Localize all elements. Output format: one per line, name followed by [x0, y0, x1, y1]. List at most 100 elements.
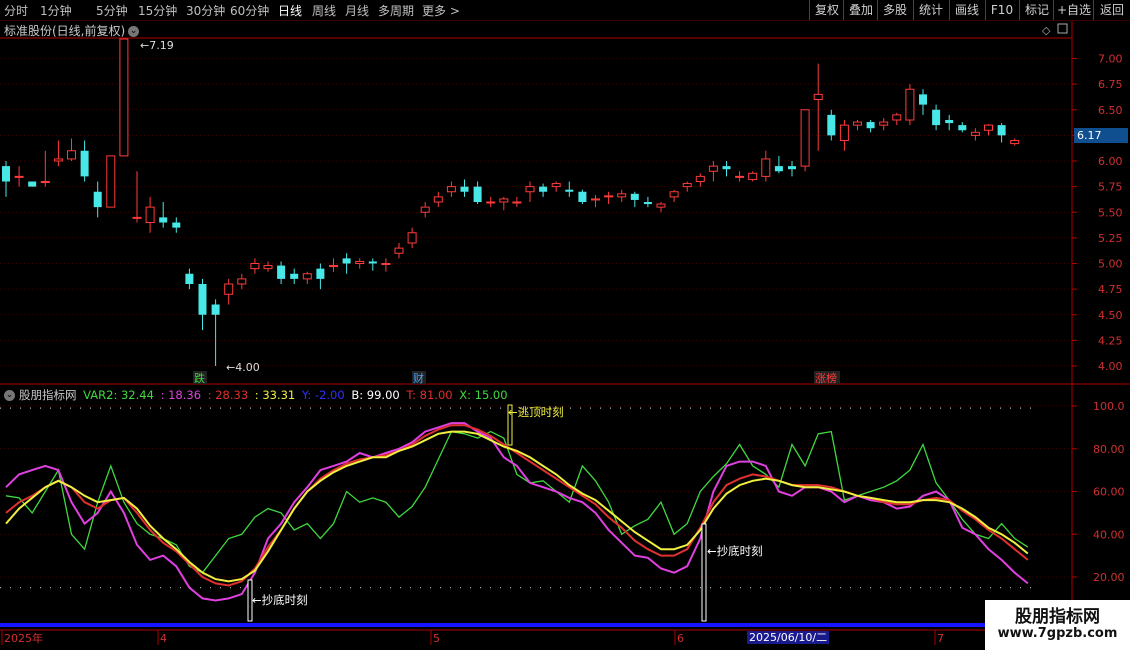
price-tick-label: 4.00 [1098, 360, 1123, 373]
high-price-label: ←7.19 [140, 39, 174, 52]
candle-up [800, 109, 810, 167]
candle-down [722, 166, 731, 170]
candle-down [198, 284, 207, 315]
candle-up [486, 201, 496, 204]
candle-down [342, 258, 351, 264]
cursor-date-tag: 2025/06/10/二 [747, 631, 830, 644]
candle-up [708, 165, 718, 172]
candle-down [997, 125, 1006, 136]
candle-up [839, 124, 849, 141]
b-value: B: 99.00 [351, 388, 400, 402]
candle-up [224, 283, 234, 295]
candle-up [735, 175, 745, 178]
diamond-icon: ◇ [1042, 24, 1051, 37]
candle-up [617, 193, 627, 198]
candle-down [643, 202, 652, 205]
candle-up [446, 186, 456, 193]
var2-value: VAR2: 32.44 [83, 388, 154, 402]
red-value: : 28.33 [207, 388, 249, 402]
candle-up [433, 196, 443, 203]
candle-up [119, 38, 129, 157]
price-tick-label: 4.75 [1098, 283, 1123, 296]
candle-up [132, 216, 142, 219]
candle-down [630, 193, 639, 200]
candle-up [14, 175, 24, 178]
time-label: 6 [677, 632, 684, 645]
signal-label: ←抄底时刻 [252, 593, 308, 607]
candle-up [669, 191, 679, 198]
price-tick-label: 6.50 [1098, 104, 1123, 117]
x-value: X: 15.00 [459, 388, 508, 402]
candle-up [551, 183, 561, 188]
candle-up [591, 198, 600, 201]
window-icon [1057, 23, 1068, 34]
candle-down [945, 120, 954, 124]
candle-down [774, 166, 783, 172]
candle-down [827, 114, 836, 136]
candle-up [813, 93, 823, 100]
candle-up [984, 124, 993, 131]
price-tick-label: 5.50 [1098, 206, 1123, 219]
candle-up [263, 265, 273, 270]
yellow-value: : 33.31 [254, 388, 296, 402]
candle-up [394, 247, 404, 254]
event-marker: 财 [413, 371, 424, 385]
candle-up [695, 175, 705, 182]
price-tick-label: 6.75 [1098, 78, 1123, 91]
candle-down [473, 186, 482, 202]
low-price-label: ←4.00 [226, 361, 260, 374]
candle-up [748, 172, 758, 180]
price-tick-label: 4.50 [1098, 309, 1123, 322]
candle-down [316, 268, 325, 279]
candle-down [539, 186, 548, 192]
current-price-tag: 6.17 [1074, 128, 1128, 143]
signal-label: ←抄底时刻 [707, 544, 763, 558]
candle-up [682, 183, 692, 188]
indicator-name: 股朋指标网 [19, 388, 77, 402]
candle-down [159, 217, 168, 223]
price-tick-label: 6.00 [1098, 155, 1123, 168]
brand-watermark: 股朋指标网 www.7gpzb.com [985, 600, 1130, 650]
candle-down [919, 94, 927, 105]
price-tick-label: 5.00 [1098, 258, 1123, 271]
price-tick-label: 5.25 [1098, 232, 1123, 245]
signal-label: ←逃顶时刻 [508, 405, 564, 419]
candle-up [302, 273, 312, 280]
candle-up [407, 232, 417, 244]
candle-down [368, 261, 377, 264]
time-label: 5 [433, 632, 440, 645]
candle-up [761, 158, 771, 177]
ind-tick-label: 20.00 [1093, 571, 1125, 584]
candle-down [290, 273, 299, 279]
ind-tick-label: 40.00 [1093, 528, 1125, 541]
candle-down [185, 273, 194, 284]
candle-up [1010, 140, 1020, 145]
ind-tick-label: 80.00 [1093, 443, 1125, 456]
candle-down [277, 265, 286, 279]
event-marker: 涨榜 [815, 371, 837, 385]
candle-down [565, 189, 574, 192]
candle-down [93, 191, 102, 208]
candle-down [2, 166, 10, 182]
candle-up [250, 263, 260, 270]
candle-up [329, 265, 338, 268]
chevron-down-icon[interactable]: ⌄ [4, 390, 15, 401]
candle-up [853, 121, 862, 126]
candle-down [211, 304, 220, 315]
candle-up [525, 186, 535, 193]
candle-up [237, 278, 247, 285]
candle-down [578, 191, 587, 202]
candle-up [145, 206, 155, 223]
candle-up [905, 88, 915, 121]
candle-down [28, 181, 37, 187]
y-value: Y: -2.00 [301, 388, 345, 402]
candle-up [40, 181, 50, 183]
candle-up [67, 150, 76, 160]
indicator-title-bar: ⌄ 股朋指标网 VAR2: 32.44 : 18.36 : 28.33 : 33.… [4, 387, 511, 403]
candle-up [53, 158, 63, 162]
red-line [5, 424, 1029, 587]
ind-tick-label: 60.00 [1093, 486, 1125, 499]
candle-down [460, 186, 469, 192]
kline-chart[interactable]: ←7.19←4.00跌财涨榜 7.006.756.506.256.005.755… [0, 0, 1130, 650]
brand-name: 股朋指标网 [1015, 607, 1100, 627]
